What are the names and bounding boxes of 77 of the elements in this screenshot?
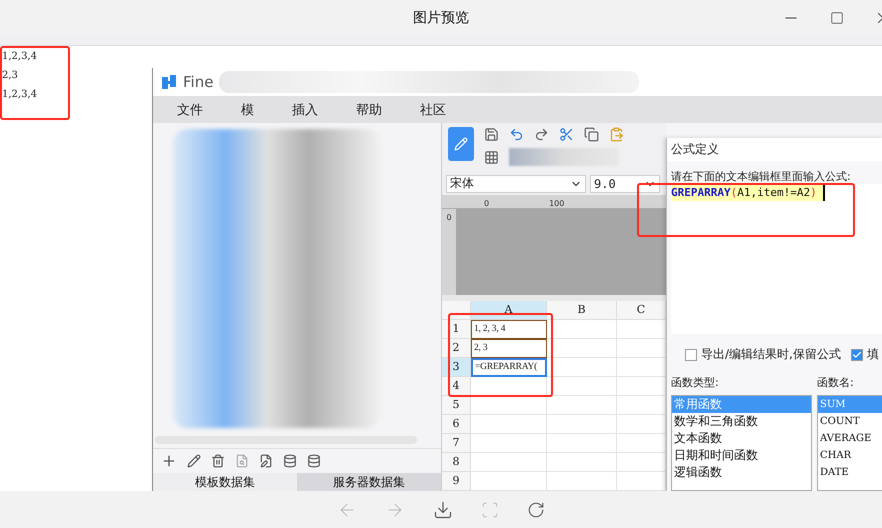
checkbox-label: 填 <box>866 346 879 363</box>
select-all-corner[interactable] <box>442 300 471 320</box>
list-item[interactable]: DATE <box>818 464 882 481</box>
download-icon[interactable] <box>433 500 453 520</box>
dialog-title: 公式定义 <box>667 138 882 161</box>
list-item[interactable]: 逻辑函数 <box>672 464 811 481</box>
table-cell[interactable] <box>471 472 547 491</box>
table-cell[interactable]: 1, 2, 3, 4 <box>471 320 547 339</box>
panel-tab[interactable]: 服务器数据集 <box>297 473 441 491</box>
undo-icon[interactable] <box>509 127 524 142</box>
app-logo-icon <box>161 74 177 90</box>
table-cell[interactable]: =GREPARRAY( <box>471 358 547 377</box>
document-edit-icon[interactable] <box>448 127 474 161</box>
size-select[interactable]: 9.0 <box>590 174 660 193</box>
save-icon[interactable] <box>484 127 499 142</box>
copy-icon[interactable] <box>584 127 599 142</box>
list-item[interactable]: CHAR <box>818 447 882 464</box>
grid-icon[interactable] <box>484 150 499 164</box>
row-header[interactable]: 7 <box>442 434 471 453</box>
menu-item[interactable]: 插入 <box>292 100 318 118</box>
table-cell[interactable] <box>547 396 617 415</box>
menu-item[interactable]: 帮助 <box>356 100 382 118</box>
text-line: 1,2,3,4 <box>2 50 38 63</box>
table-cell[interactable] <box>471 414 547 434</box>
database-icon[interactable] <box>283 454 297 468</box>
table-cell[interactable]: 2, 3 <box>471 338 547 358</box>
table-cell[interactable] <box>547 414 617 434</box>
ruler-label: 100 <box>549 199 564 208</box>
font-select[interactable]: 宋体 <box>446 174 586 193</box>
row-header[interactable]: 8 <box>442 452 471 472</box>
checkbox[interactable] <box>685 348 697 360</box>
prompt-text: 请在下面的文本编辑框里面输入公式: <box>670 169 852 184</box>
text-line: 2,3 <box>2 69 19 82</box>
table-cell[interactable] <box>547 320 617 339</box>
edit-icon[interactable] <box>187 454 201 468</box>
column-header[interactable]: B <box>547 300 617 320</box>
formula-field[interactable]: GREPARRAY(A1,item!=A2) <box>671 184 825 201</box>
rotate-icon[interactable] <box>527 500 545 518</box>
redo-icon[interactable] <box>534 127 549 142</box>
ruler-label: 0 <box>446 213 452 224</box>
list-item[interactable]: AVERAGE <box>818 430 882 447</box>
table-cell[interactable] <box>547 472 617 491</box>
checkbox-label: 导出/编辑结果时,保留公式 <box>701 346 841 363</box>
row-header[interactable]: 6 <box>442 414 471 434</box>
paste-icon[interactable] <box>609 127 624 142</box>
list-label: 函数名: <box>817 375 855 390</box>
app-title: Fine <box>183 73 214 91</box>
delete-icon[interactable] <box>211 454 225 468</box>
table-cell[interactable] <box>471 396 547 415</box>
window-title: 图片预览 <box>413 8 469 26</box>
text-line: 1,2,3,4 <box>2 88 38 101</box>
table-cell[interactable] <box>547 358 617 377</box>
preview-icon[interactable] <box>235 454 249 468</box>
list-item[interactable]: 文本函数 <box>672 430 811 447</box>
document-edit-icon[interactable] <box>259 454 273 468</box>
panel-tab[interactable]: 模板数据集 <box>153 473 297 491</box>
menu-item[interactable]: 社区 <box>420 100 446 118</box>
row-header[interactable]: 9 <box>442 472 471 491</box>
list-item[interactable]: COUNT <box>818 413 882 430</box>
list-label: 函数类型: <box>671 375 720 390</box>
list-item[interactable]: 数学和三角函数 <box>672 413 811 430</box>
menu-item[interactable]: 模 <box>241 100 254 118</box>
menu-item[interactable]: 文件 <box>177 100 203 118</box>
table-cell[interactable] <box>547 452 617 472</box>
cut-icon[interactable] <box>559 127 574 142</box>
checkbox[interactable] <box>850 348 863 360</box>
add-icon[interactable] <box>161 453 177 469</box>
column-header[interactable]: C <box>617 300 666 320</box>
table-cell[interactable] <box>471 452 547 472</box>
table-cell[interactable] <box>471 434 547 453</box>
row-header[interactable]: 5 <box>442 396 471 415</box>
maximize-icon[interactable] <box>830 10 844 24</box>
list-item[interactable]: 日期和时间函数 <box>672 447 811 464</box>
table-cell[interactable] <box>547 434 617 453</box>
ruler-label: 0 <box>484 199 490 208</box>
database-icon[interactable] <box>307 454 321 468</box>
table-cell[interactable] <box>547 338 617 358</box>
